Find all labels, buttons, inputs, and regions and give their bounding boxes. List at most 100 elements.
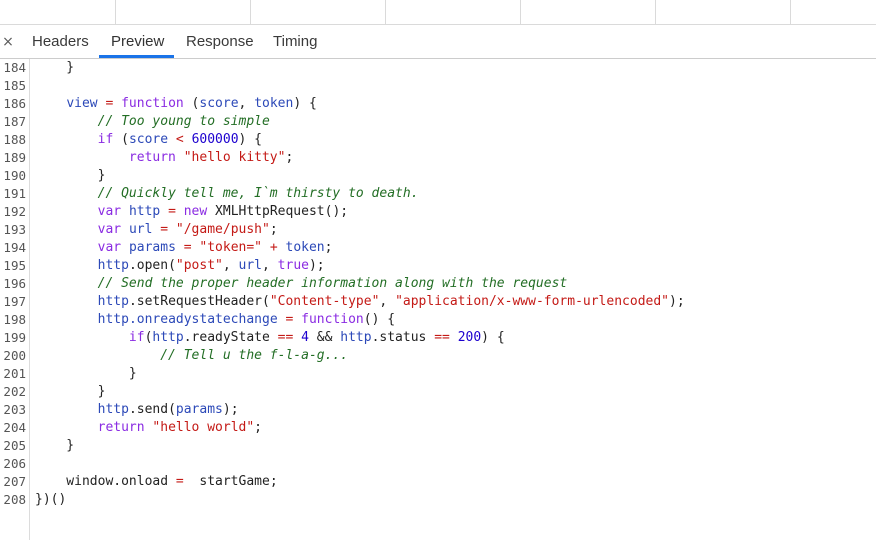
code-token: function <box>121 96 184 111</box>
code-token: } <box>35 384 106 399</box>
code-token: view <box>66 96 98 111</box>
code-text: return "hello world"; <box>35 419 262 437</box>
tab-preview[interactable]: Preview <box>111 25 164 59</box>
line-number: 203 <box>3 402 26 417</box>
active-tab-indicator <box>99 55 174 58</box>
code-token: "hello kitty" <box>183 150 286 165</box>
code-token: if <box>97 132 114 147</box>
code-text: var http = new XMLHttpRequest(); <box>35 203 348 221</box>
line-number: 192 <box>3 204 26 219</box>
code-token: () { <box>363 312 396 327</box>
code-token: http <box>97 294 129 309</box>
code-token: ; <box>254 420 262 435</box>
code-token: return <box>97 420 145 435</box>
code-token: url <box>238 258 263 273</box>
line-number: 207 <box>3 474 26 489</box>
line-number: 185 <box>3 78 26 93</box>
code-token: http <box>152 330 184 345</box>
code-token: ); <box>222 402 239 417</box>
close-icon[interactable]: × <box>0 25 16 59</box>
line-number: 206 <box>3 456 26 471</box>
code-token: token <box>285 240 325 255</box>
code-token: ; <box>324 240 333 255</box>
code-token: params <box>175 402 223 417</box>
code-token: "Content-type" <box>269 294 380 309</box>
line-number: 194 <box>3 240 26 255</box>
tab-headers[interactable]: Headers <box>32 25 89 59</box>
code-text: } <box>35 437 74 455</box>
code-token: window.onload <box>35 474 169 489</box>
code-token: http <box>97 258 129 273</box>
code-token: .readyState <box>183 330 270 345</box>
code-token: , <box>222 258 239 273</box>
code-text: http.setRequestHeader("Content-type", "a… <box>35 293 685 311</box>
line-number: 193 <box>3 222 26 237</box>
code-token: url <box>128 222 153 237</box>
code-token: // Send the proper header information al… <box>97 276 568 291</box>
code-text: var url = "/game/push"; <box>35 221 278 239</box>
code-token: // Quickly tell me, I`m thirsty to death… <box>97 186 419 201</box>
code-text: // Tell u the f-l-a-g... <box>35 347 348 365</box>
code-token: if <box>128 330 145 345</box>
code-token: return <box>128 150 176 165</box>
line-number: 204 <box>3 420 26 435</box>
grid-divider <box>115 0 116 24</box>
code-token: = <box>152 222 176 237</box>
code-token: = <box>175 240 200 255</box>
code-preview[interactable]: 184 } 185 186 view = function (score, toke… <box>0 59 876 540</box>
code-token: } <box>35 60 75 75</box>
code-token: } <box>35 168 106 183</box>
grid-divider <box>790 0 791 24</box>
code-token: = <box>160 204 184 219</box>
code-text: if (score < 600000) { <box>35 131 262 149</box>
code-text: window.onload = startGame; <box>35 473 278 491</box>
line-number: 189 <box>3 150 26 165</box>
code-token: .send( <box>128 402 176 417</box>
code-text: view = function (score, token) { <box>35 95 317 113</box>
line-number: 200 <box>3 348 26 363</box>
code-token: http <box>97 312 129 327</box>
code-token: "hello world" <box>152 420 255 435</box>
code-token: ) { <box>238 132 263 147</box>
grid-divider <box>250 0 251 24</box>
code-token: score <box>199 96 239 111</box>
code-text: } <box>35 365 137 383</box>
code-token: ; <box>269 222 278 237</box>
code-text: // Quickly tell me, I`m thirsty to death… <box>35 185 419 203</box>
line-number: 186 <box>3 96 26 111</box>
line-number: 187 <box>3 114 26 129</box>
code-token: } <box>35 366 137 381</box>
detail-tab-bar: × Headers Preview Response Timing <box>0 25 876 59</box>
code-token: "/game/push" <box>175 222 270 237</box>
code-text: } <box>35 59 74 77</box>
code-token: .open( <box>128 258 176 273</box>
tab-response[interactable]: Response <box>186 25 254 59</box>
code-token: ) { <box>293 96 317 111</box>
code-token: = <box>97 96 122 111</box>
code-token: .status <box>371 330 427 345</box>
grid-divider <box>385 0 386 24</box>
code-token: var <box>97 204 122 219</box>
code-token: ); <box>308 258 325 273</box>
code-token: .setRequestHeader( <box>128 294 270 309</box>
code-token: startGame; <box>191 474 278 489</box>
code-token: http <box>97 402 129 417</box>
line-number: 205 <box>3 438 26 453</box>
tab-timing[interactable]: Timing <box>273 25 317 59</box>
